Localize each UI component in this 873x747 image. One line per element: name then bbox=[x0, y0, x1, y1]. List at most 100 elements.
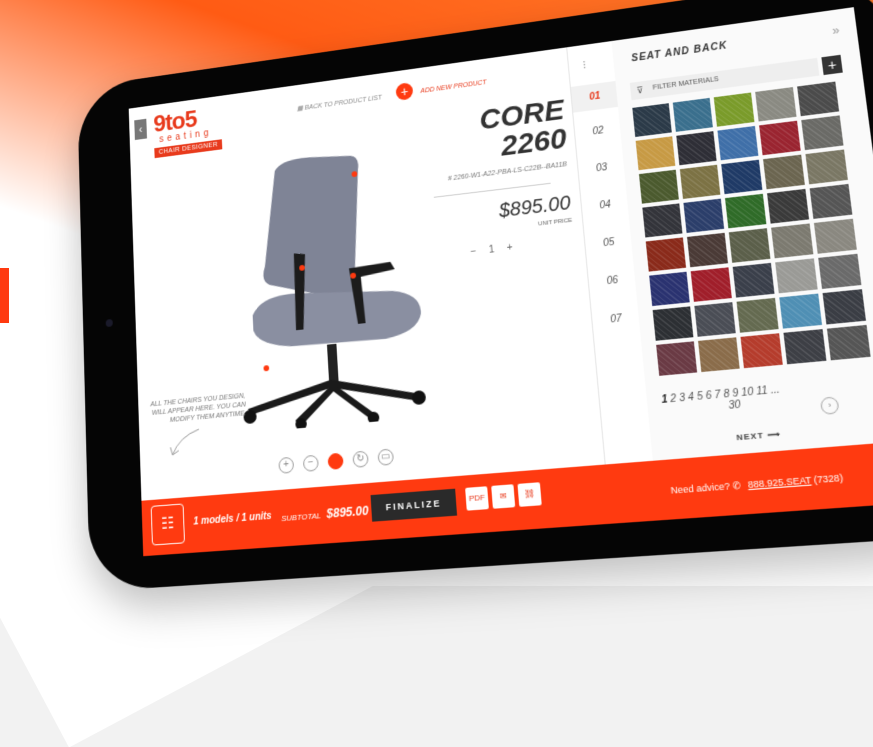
material-swatch[interactable] bbox=[763, 155, 805, 190]
step-04[interactable]: 04 bbox=[582, 197, 629, 213]
subtotal-label: SUBTOTAL bbox=[281, 511, 321, 523]
step-05[interactable]: 05 bbox=[585, 235, 633, 251]
models-label: models / bbox=[201, 513, 239, 527]
add-new-product-link[interactable]: ADD NEW PRODUCT bbox=[420, 79, 487, 95]
material-swatch[interactable] bbox=[717, 126, 758, 160]
material-swatch[interactable] bbox=[737, 298, 779, 333]
material-swatch[interactable] bbox=[714, 93, 755, 127]
material-swatch[interactable] bbox=[775, 258, 818, 293]
material-swatch[interactable] bbox=[771, 223, 813, 258]
qty-plus-button[interactable]: + bbox=[506, 242, 513, 253]
material-swatch[interactable] bbox=[729, 228, 771, 263]
material-swatch[interactable] bbox=[680, 165, 721, 199]
phone-icon: ✆ bbox=[732, 480, 741, 491]
view-controls: + − ↻ ▭ bbox=[278, 448, 394, 473]
material-swatch[interactable] bbox=[755, 87, 796, 121]
quantity-stepper[interactable]: − 1 + bbox=[438, 239, 547, 262]
filter-icon: ⊽ bbox=[636, 81, 644, 99]
material-swatch[interactable] bbox=[639, 170, 679, 204]
material-swatch[interactable] bbox=[823, 289, 866, 324]
material-swatch[interactable] bbox=[649, 272, 690, 306]
material-swatch[interactable] bbox=[653, 306, 694, 340]
material-swatch[interactable] bbox=[676, 131, 716, 165]
material-swatch[interactable] bbox=[767, 189, 809, 224]
materials-panel: SEAT AND BACK » ⊽ FILTER MATERIALS + 1 2… bbox=[611, 7, 873, 461]
zoom-out-icon[interactable]: − bbox=[303, 455, 319, 472]
pdf-icon[interactable]: PDF bbox=[465, 486, 489, 510]
units-count: 1 bbox=[241, 513, 247, 524]
arrow-icon bbox=[166, 427, 204, 459]
models-units-count: 1 models / 1 units bbox=[193, 511, 272, 528]
subtotal: SUBTOTAL $895.00 bbox=[281, 504, 369, 525]
material-swatch[interactable] bbox=[642, 203, 682, 237]
back-to-list-label: BACK TO PRODUCT LIST bbox=[305, 95, 382, 112]
step-01[interactable]: 01 bbox=[571, 81, 619, 113]
material-swatch[interactable] bbox=[805, 149, 847, 184]
rotate-icon[interactable]: ↻ bbox=[352, 451, 368, 468]
material-swatch[interactable] bbox=[721, 160, 762, 194]
material-swatch[interactable] bbox=[733, 263, 775, 298]
image-icon[interactable]: ▭ bbox=[377, 448, 394, 465]
filter-materials-label: FILTER MATERIALS bbox=[652, 76, 719, 92]
material-swatch[interactable] bbox=[694, 302, 735, 337]
advice-label: Need advice? bbox=[670, 481, 730, 496]
material-swatch[interactable] bbox=[814, 219, 857, 254]
material-swatch[interactable] bbox=[691, 267, 732, 302]
camera bbox=[106, 319, 113, 327]
step-06[interactable]: 06 bbox=[589, 273, 637, 289]
next-label: NEXT bbox=[736, 431, 765, 443]
mail-icon[interactable]: ✉ bbox=[491, 484, 515, 509]
units-label: units bbox=[249, 511, 272, 524]
swatch-grid bbox=[632, 80, 873, 375]
qty-value: 1 bbox=[488, 244, 494, 255]
next-button[interactable]: NEXT ⟶ bbox=[736, 429, 782, 442]
page-link[interactable]: 10 bbox=[741, 386, 757, 399]
clipboard-icon[interactable]: ☷ bbox=[151, 503, 185, 545]
back-chevron-icon[interactable]: ‹ bbox=[134, 119, 147, 140]
material-swatch[interactable] bbox=[827, 325, 871, 360]
step-03[interactable]: 03 bbox=[578, 160, 625, 176]
page-link[interactable]: 11 bbox=[756, 385, 772, 398]
material-swatch[interactable] bbox=[687, 233, 728, 267]
material-swatch[interactable] bbox=[683, 199, 724, 233]
page-link[interactable]: ... bbox=[770, 384, 780, 396]
material-swatch[interactable] bbox=[636, 136, 676, 170]
collapse-icon[interactable]: » bbox=[831, 23, 840, 38]
material-swatch[interactable] bbox=[698, 337, 740, 372]
designer-main: ‹ 9to5 seating CHAIR DESIGNER ▦ BACK TO … bbox=[129, 47, 605, 500]
material-swatch[interactable] bbox=[810, 184, 853, 219]
material-swatch[interactable] bbox=[673, 98, 713, 132]
side-tab bbox=[0, 268, 9, 323]
finalize-button[interactable]: FINALIZE bbox=[371, 489, 458, 522]
material-swatch[interactable] bbox=[656, 341, 697, 376]
materials-title: SEAT AND BACK bbox=[631, 41, 728, 65]
qty-minus-button[interactable]: − bbox=[470, 246, 477, 257]
sliders-icon[interactable]: ⫶ bbox=[582, 58, 586, 73]
record-icon[interactable] bbox=[327, 453, 343, 470]
back-to-list-link[interactable]: ▦ BACK TO PRODUCT LIST bbox=[297, 94, 382, 113]
subtotal-value: $895.00 bbox=[326, 504, 369, 521]
material-swatch[interactable] bbox=[740, 333, 782, 368]
link-icon[interactable]: ⛓ bbox=[517, 482, 541, 507]
app-screen: ‹ 9to5 seating CHAIR DESIGNER ▦ BACK TO … bbox=[129, 7, 873, 556]
add-product-icon[interactable]: + bbox=[395, 82, 413, 101]
phone-link[interactable]: 888.925.SEAT bbox=[747, 475, 812, 490]
phone-extra: (7328) bbox=[813, 472, 843, 485]
material-swatch[interactable] bbox=[797, 82, 839, 117]
material-swatch[interactable] bbox=[783, 329, 826, 364]
material-swatch[interactable] bbox=[801, 115, 843, 150]
models-count: 1 bbox=[193, 516, 199, 527]
advice-contact: Need advice? ✆ 888.925.SEAT (7328) bbox=[670, 472, 843, 497]
material-swatch[interactable] bbox=[725, 194, 766, 229]
zoom-in-icon[interactable]: + bbox=[278, 457, 294, 474]
material-swatch[interactable] bbox=[818, 254, 861, 289]
step-02[interactable]: 02 bbox=[575, 123, 622, 139]
step-07[interactable]: 07 bbox=[592, 311, 640, 327]
swatch-pagination: 1 2 3 4 5 6 7 8 9 10 11 ... 30 bbox=[661, 375, 873, 418]
material-swatch[interactable] bbox=[632, 103, 671, 137]
material-swatch[interactable] bbox=[779, 294, 822, 329]
material-swatch[interactable] bbox=[759, 121, 801, 156]
add-material-button[interactable]: + bbox=[821, 55, 842, 75]
material-swatch[interactable] bbox=[646, 237, 686, 271]
product-title: CORE 2260 bbox=[400, 96, 568, 174]
